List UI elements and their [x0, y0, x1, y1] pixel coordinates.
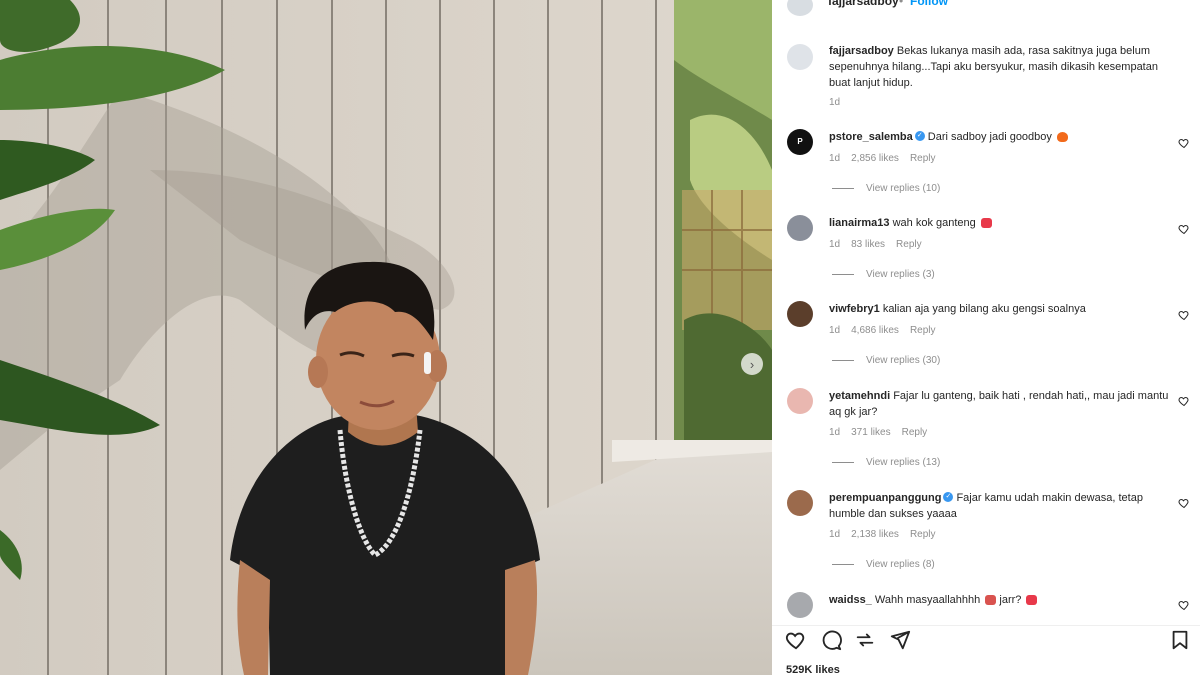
photo-image [0, 0, 772, 675]
reply-button[interactable]: Reply [910, 325, 936, 336]
next-photo-button[interactable]: › [741, 353, 763, 375]
comment-username[interactable]: yetamehndi [829, 390, 890, 402]
comment-likes[interactable]: 371 likes [851, 427, 890, 438]
action-bar [772, 625, 1200, 654]
comment-meta: 1d 2,138 likes Reply [829, 529, 947, 541]
bookmark-icon[interactable] [1169, 629, 1191, 651]
like-comment-heart-icon[interactable] [1178, 395, 1190, 407]
caption-meta: 1d [829, 97, 851, 109]
verified-badge-icon: ✓ [943, 492, 954, 503]
comment-body: kalian aja yang bilang aku gengsi soalny… [882, 303, 1086, 315]
reply-button[interactable]: Reply [896, 239, 922, 250]
view-replies-button[interactable]: View replies (3) [832, 269, 935, 281]
more-options-icon[interactable]: ··· [1166, 0, 1185, 8]
reply-button[interactable]: Reply [910, 153, 936, 164]
author-username[interactable]: fajjarsadboy [828, 0, 899, 8]
pstore-logo-icon: P [797, 137, 803, 146]
chevron-right-icon: › [749, 356, 755, 372]
comment-body: wah kok ganteng [892, 217, 976, 229]
view-replies-label: View replies (13) [866, 457, 941, 468]
comment-avatar[interactable]: P [787, 129, 813, 155]
comment-username[interactable]: viwfebry1 [829, 303, 880, 315]
comment-avatar[interactable] [787, 301, 813, 327]
comment-text: pstore_salemba ✓ Dari sadboy jadi goodboy [829, 129, 1169, 145]
post-photo[interactable]: › [0, 0, 772, 675]
view-replies-button[interactable]: View replies (10) [832, 183, 940, 195]
heart-icon[interactable] [785, 629, 807, 651]
reply-button[interactable]: Reply [910, 529, 936, 540]
caption-username[interactable]: fajjarsadboy [829, 45, 894, 57]
view-replies-label: View replies (10) [866, 183, 941, 194]
caption-time: 1d [829, 97, 841, 108]
comment-likes[interactable]: 2,856 likes [851, 153, 899, 164]
comment-time: 1d [829, 239, 841, 250]
comment-username[interactable]: lianairma13 [829, 217, 890, 229]
comment-meta: 1d 371 likes Reply [829, 427, 938, 439]
caption-avatar[interactable] [787, 44, 813, 70]
comment-text: yetamehndi Fajar lu ganteng, baik hati ,… [829, 388, 1169, 420]
view-replies-button[interactable]: View replies (13) [832, 457, 940, 469]
caption-text: fajjarsadboy Bekas lukanya masih ada, ra… [829, 43, 1169, 91]
comment-body: Dari sadboy jadi goodboy [927, 131, 1052, 143]
comment-meta: 1d 2,856 likes Reply [829, 153, 947, 165]
view-replies-button[interactable]: View replies (8) [832, 559, 935, 571]
like-comment-heart-icon[interactable] [1178, 137, 1190, 149]
like-comment-heart-icon[interactable] [1178, 599, 1190, 611]
reply-button[interactable]: Reply [902, 427, 928, 438]
separator-dot: • [899, 0, 904, 8]
emoji-icon [985, 595, 997, 606]
comment-username[interactable]: pstore_salemba [829, 131, 913, 143]
share-icon[interactable] [854, 629, 876, 651]
comment-text: perempuanpanggung ✓ Fajar kamu udah makin … [829, 490, 1169, 522]
comment-time: 1d [829, 529, 841, 540]
comment-likes[interactable]: 2,138 likes [851, 529, 899, 540]
view-replies-label: View replies (3) [866, 269, 935, 280]
fire-emoji-icon [1056, 132, 1068, 143]
likes-count[interactable]: 529K likes [786, 664, 840, 676]
like-comment-heart-icon[interactable] [1178, 497, 1190, 509]
comment-avatar[interactable] [787, 388, 813, 414]
comment-icon[interactable] [820, 629, 842, 651]
like-comment-heart-icon[interactable] [1178, 223, 1190, 235]
comment-avatar[interactable] [787, 215, 813, 241]
heart-eyes-emoji-icon [980, 218, 992, 229]
comment-username[interactable]: perempuanpanggung [829, 492, 941, 504]
view-replies-button[interactable]: View replies (30) [832, 355, 940, 367]
comment-time: 1d [829, 427, 841, 438]
follow-button[interactable]: Follow [910, 0, 948, 8]
comment-text: lianairma13 wah kok ganteng [829, 215, 1169, 231]
heart-eyes-emoji-icon [1026, 595, 1038, 606]
verified-badge-icon: ✓ [914, 131, 925, 142]
view-replies-label: View replies (8) [866, 559, 935, 570]
send-icon[interactable] [889, 629, 911, 651]
comment-likes[interactable]: 83 likes [851, 239, 885, 250]
comment-text: viwfebry1 kalian aja yang bilang aku gen… [829, 301, 1169, 317]
comment-avatar[interactable] [787, 490, 813, 516]
comment-meta: 1d 83 likes Reply [829, 239, 933, 251]
author-avatar[interactable] [787, 0, 813, 16]
post-header: fajjarsadboy • Follow ··· [772, 0, 1200, 16]
comment-time: 1d [829, 153, 841, 164]
comment-avatar[interactable] [787, 592, 813, 618]
comment-body-continued: jarr? [999, 594, 1022, 606]
comment-meta: 1d 4,686 likes Reply [829, 325, 947, 337]
view-replies-label: View replies (30) [866, 355, 941, 366]
comment-time: 1d [829, 325, 841, 336]
comment-username[interactable]: waidss_ [829, 594, 872, 606]
comment-likes[interactable]: 4,686 likes [851, 325, 899, 336]
like-comment-heart-icon[interactable] [1178, 309, 1190, 321]
comment-body: Wahh masyaallahhhh [874, 594, 981, 606]
comment-text: waidss_ Wahh masyaallahhhh jarr? [829, 592, 1169, 608]
comments-panel: fajjarsadboy • Follow ··· fajjarsadboy B… [772, 0, 1200, 676]
